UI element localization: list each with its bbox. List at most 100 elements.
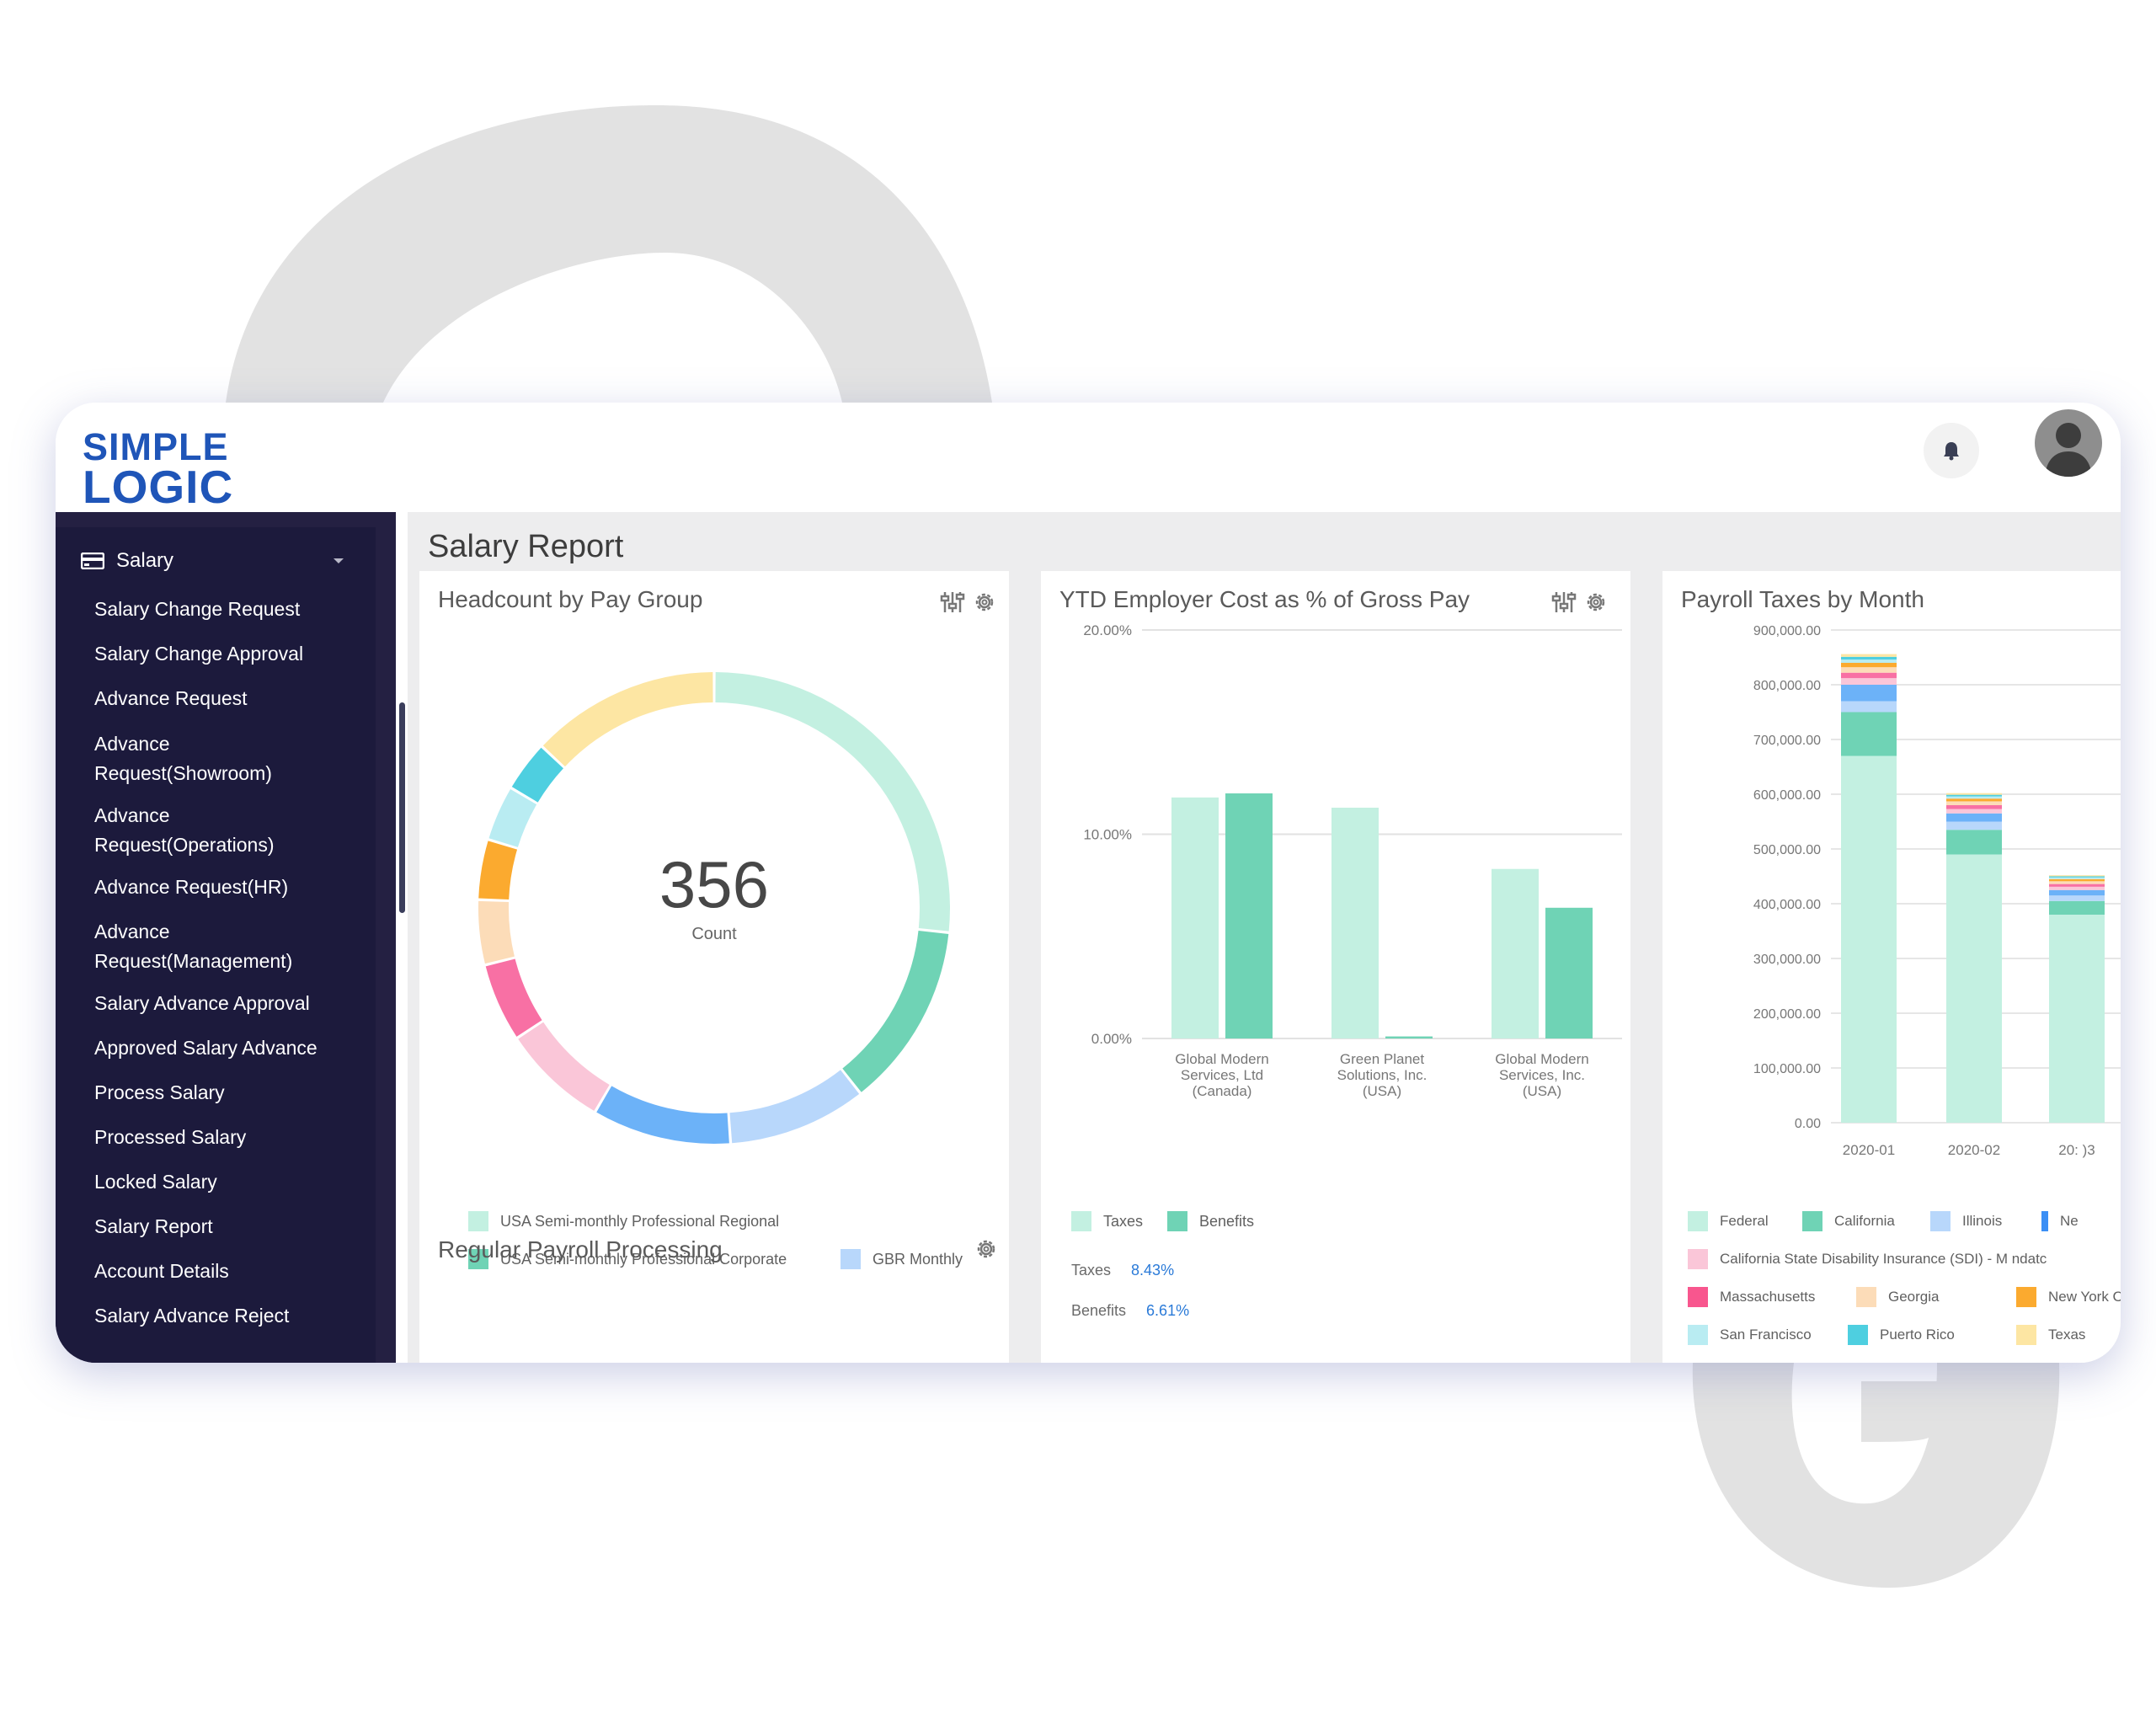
x-tick-label: 20: )3 [2058, 1142, 2095, 1158]
user-avatar-icon [2045, 423, 2092, 477]
gear-icon[interactable] [1583, 590, 1609, 615]
sidebar-item[interactable]: Approved Salary Advance [94, 1033, 318, 1063]
employer-cost-panel: YTD Employer Cost as % of Gross Pay 0.00… [1041, 571, 1630, 1363]
stacked-bar-segment[interactable] [2049, 878, 2105, 882]
gear-icon[interactable] [972, 590, 997, 615]
sidebar-item[interactable]: Advance Request(Management) [94, 917, 292, 976]
y-tick-label: 200,000.00 [1753, 1007, 1821, 1022]
legend-item[interactable]: California State Disability Insurance (S… [1688, 1249, 2047, 1269]
stacked-bar-segment[interactable] [1841, 659, 1897, 663]
stacked-bar-segment[interactable] [1841, 672, 1897, 679]
donut-slice[interactable] [488, 789, 537, 847]
legend-item[interactable]: Puerto Rico [1848, 1325, 1955, 1345]
sidebar-section-salary[interactable]: Salary [64, 534, 367, 588]
chevron-down-icon[interactable] [334, 558, 344, 563]
stacked-bar-segment[interactable] [1946, 798, 2002, 802]
donut-slice[interactable] [729, 1070, 860, 1144]
stacked-bar-segment[interactable] [1946, 793, 2002, 795]
stacked-bar-segment[interactable] [2049, 900, 2105, 915]
legend-item[interactable]: Texas [2016, 1325, 2085, 1345]
legend-item[interactable]: California [1802, 1211, 1895, 1231]
stacked-bar-segment[interactable] [1841, 663, 1897, 668]
legend-item[interactable]: Georgia [1856, 1287, 1939, 1307]
bar[interactable] [1171, 797, 1219, 1038]
stacked-bar-segment[interactable] [1946, 809, 2002, 814]
legend-item[interactable]: New York C [2016, 1287, 2121, 1307]
stacked-bar-segment[interactable] [2049, 915, 2105, 1123]
stacked-bar-segment[interactable] [1946, 854, 2002, 1124]
legend-item[interactable]: San Francisco [1688, 1325, 1812, 1345]
sidebar-item[interactable]: Advance Request(HR) [94, 873, 288, 902]
stacked-bar-segment[interactable] [1841, 685, 1897, 702]
legend-item[interactable]: Benefits [1167, 1211, 1254, 1231]
stacked-bar-segment[interactable] [2049, 895, 2105, 901]
sidebar-item[interactable]: Salary Advance Approval [94, 989, 310, 1018]
stacked-bar-segment[interactable] [2049, 875, 2105, 877]
bar[interactable] [1385, 1036, 1433, 1038]
gear-icon[interactable] [974, 1236, 999, 1262]
user-avatar[interactable] [2035, 409, 2102, 477]
stacked-bar-segment[interactable] [1841, 654, 1897, 657]
bar[interactable] [1492, 868, 1539, 1038]
legend-item[interactable]: Taxes [1071, 1211, 1143, 1231]
legend-label: Taxes [1103, 1212, 1144, 1230]
stacked-bar-segment[interactable] [1841, 667, 1897, 673]
legend-swatch [468, 1211, 488, 1231]
bar[interactable] [1545, 907, 1593, 1038]
x-tick-label: 2020-01 [1843, 1142, 1895, 1158]
bar[interactable] [1225, 793, 1273, 1038]
stacked-bar-segment[interactable] [1841, 755, 1897, 1124]
stacked-bar-segment[interactable] [1946, 801, 2002, 805]
legend-label: Ne [2060, 1213, 2079, 1229]
legend-item[interactable]: Massachusetts [1688, 1287, 1815, 1307]
stacked-bar-segment[interactable] [2049, 881, 2105, 884]
stacked-bar-segment[interactable] [1946, 796, 2002, 799]
stacked-bar-segment[interactable] [1946, 794, 2002, 797]
donut-slice[interactable] [518, 1022, 610, 1111]
sidebar-item[interactable]: Advance Request(Showroom) [94, 729, 272, 788]
tune-icon[interactable] [940, 590, 965, 615]
stacked-bar-segment[interactable] [1946, 830, 2002, 855]
sidebar-item[interactable]: Processed Salary [94, 1123, 246, 1152]
sidebar-item[interactable]: Salary Report [94, 1212, 213, 1241]
sidebar-item[interactable]: Advance Request(Operations) [94, 801, 275, 860]
legend-swatch [1688, 1211, 1708, 1231]
donut-slice[interactable] [478, 841, 518, 900]
stacked-bar-segment[interactable] [1841, 712, 1897, 756]
stacked-bar-segment[interactable] [2049, 886, 2105, 890]
y-tick-label: 700,000.00 [1753, 734, 1821, 748]
stacked-bar-segment[interactable] [1841, 656, 1897, 660]
donut-slice[interactable] [842, 930, 949, 1092]
stacked-bar-segment[interactable] [2049, 877, 2105, 879]
notifications-button[interactable] [1924, 423, 1979, 478]
donut-slice[interactable] [478, 900, 515, 964]
legend-item[interactable]: USA Semi-monthly Professional Regional [468, 1211, 779, 1231]
sidebar-scrollbar[interactable] [399, 702, 405, 913]
donut-slice[interactable] [542, 672, 713, 767]
stacked-bar-segment[interactable] [1946, 821, 2002, 830]
legend-item[interactable]: Illinois [1930, 1211, 2002, 1231]
sidebar-item[interactable]: Process Salary [94, 1078, 225, 1108]
legend-item[interactable]: Ne [2041, 1211, 2079, 1231]
legend-item[interactable]: Federal [1688, 1211, 1769, 1231]
stacked-bar-segment[interactable] [1841, 678, 1897, 685]
donut-slice[interactable] [596, 1086, 729, 1144]
bar[interactable] [1331, 807, 1379, 1038]
employer-cost-bar-chart: 0.00% 10.00% 20.00% Global Modern Services, … [1083, 622, 1622, 1099]
stacked-bar-segment[interactable] [1946, 805, 2002, 809]
sidebar-item[interactable]: Advance Request [94, 684, 248, 713]
sidebar-item[interactable]: Salary Change Approval [94, 639, 303, 669]
stacked-bar-segment[interactable] [2049, 884, 2105, 887]
sidebar-item[interactable]: Salary Advance Reject [94, 1301, 289, 1331]
stacked-bar-segment[interactable] [1946, 813, 2002, 822]
brand-logo[interactable]: SIMPLE LOGIC [83, 428, 233, 510]
stacked-bar-segment[interactable] [2049, 876, 2105, 878]
sidebar-item[interactable]: Account Details [94, 1257, 229, 1286]
sidebar-item[interactable]: Salary Change Request [94, 595, 300, 624]
sidebar-item[interactable]: Locked Salary [94, 1167, 217, 1197]
stacked-bar-segment[interactable] [2049, 889, 2105, 896]
stat-value: 8.43% [1131, 1262, 1175, 1279]
donut-slice[interactable] [485, 958, 542, 1037]
tune-icon[interactable] [1551, 590, 1577, 615]
stacked-bar-segment[interactable] [1841, 701, 1897, 713]
